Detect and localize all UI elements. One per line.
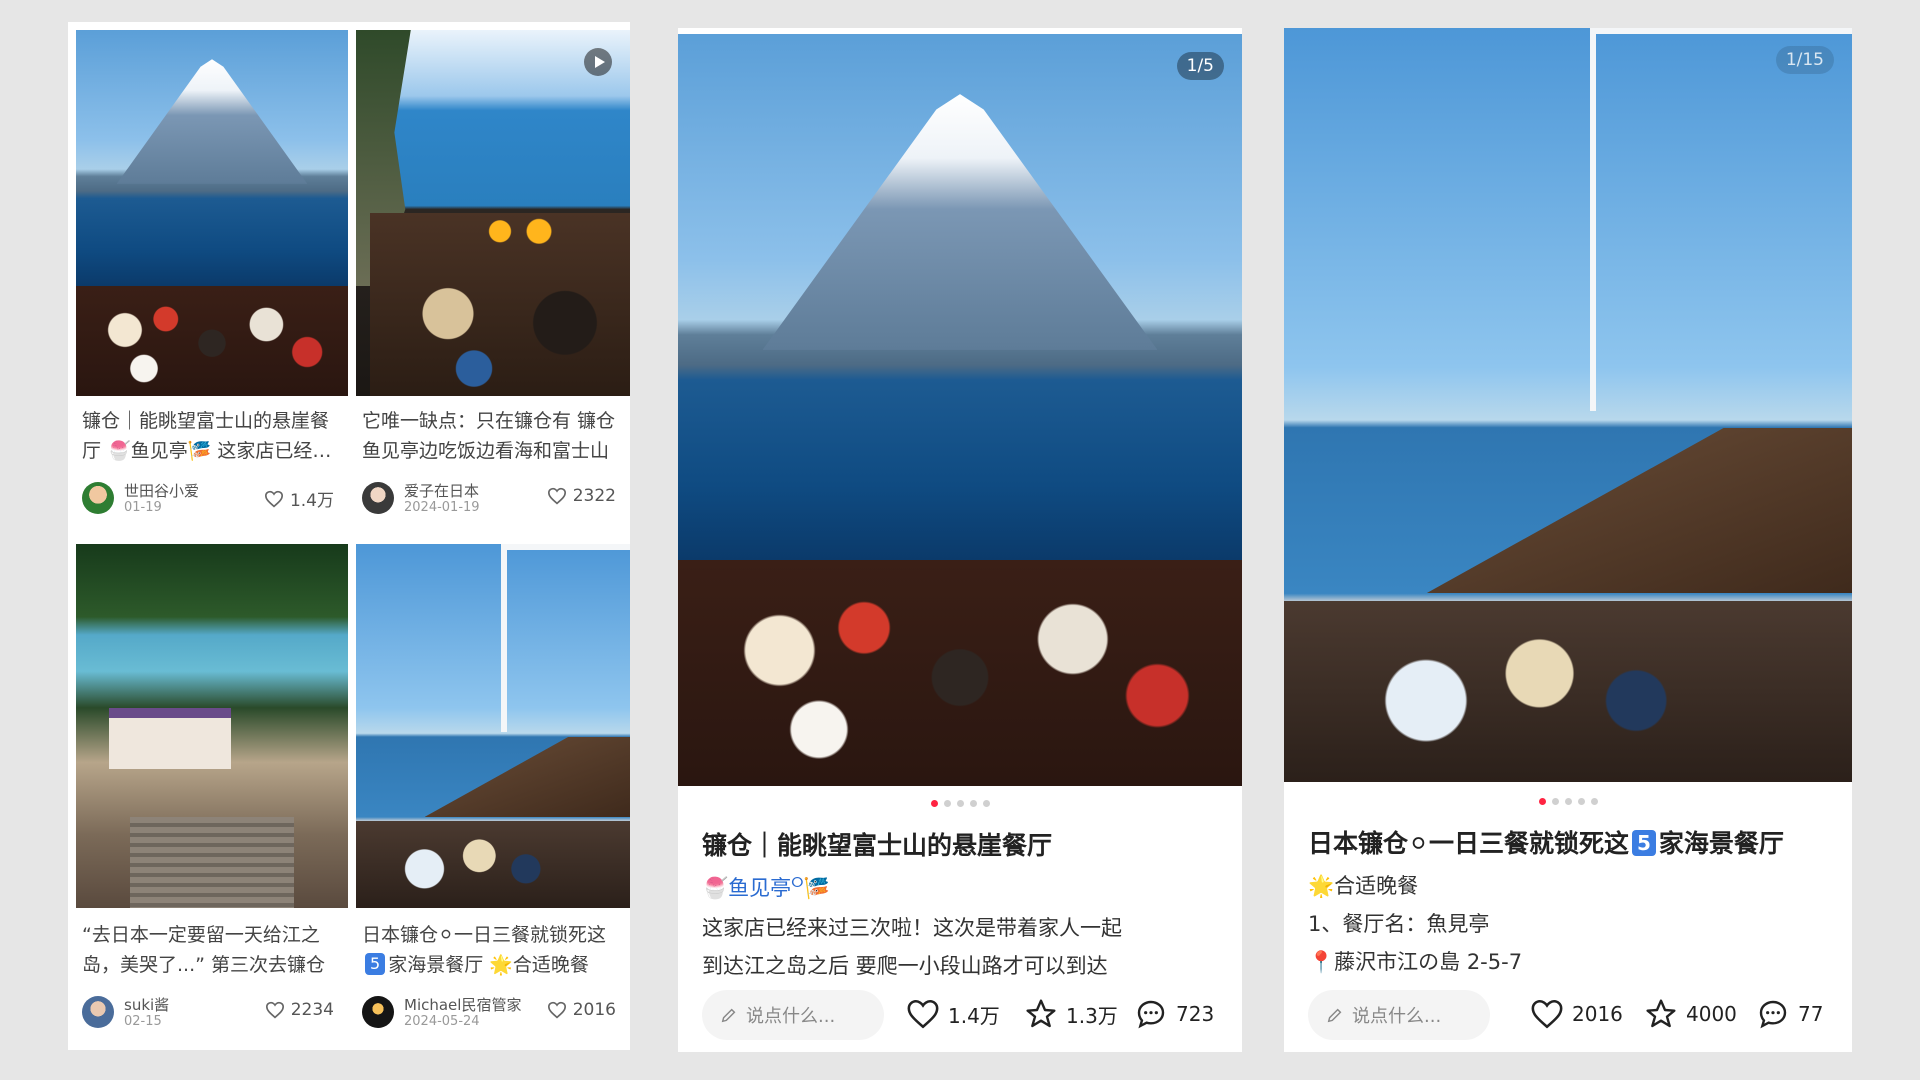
post-body-line: 这家店已经来过三次啦！这次是带着家人一起 bbox=[702, 916, 1122, 940]
like-count-text: 2016 bbox=[572, 1000, 616, 1020]
comment-icon bbox=[1759, 1000, 1787, 1029]
carousel-dot[interactable] bbox=[956, 800, 964, 807]
like-count-text: 2234 bbox=[290, 1000, 334, 1020]
post-body-line: 📍藤沢市江の島 2-5-7 bbox=[1308, 950, 1523, 974]
comment-input[interactable]: 说点什么... bbox=[702, 990, 884, 1040]
collect-count-text: 4000 bbox=[1686, 1002, 1737, 1026]
comment-placeholder: 说点什么... bbox=[1352, 1006, 1442, 1027]
carousel-dot[interactable] bbox=[1564, 798, 1572, 805]
author-name[interactable]: 爱子在日本 bbox=[404, 480, 479, 501]
author-name[interactable]: Michael民宿管家 bbox=[404, 994, 521, 1015]
card-author-row: 爱子在日本 2024-01-19 2322 bbox=[362, 482, 616, 518]
image-counter: 1/5 bbox=[1176, 52, 1224, 80]
post-date: 2024-01-19 bbox=[404, 500, 480, 515]
like-button[interactable]: 1.4万 bbox=[906, 998, 1000, 1030]
comment-count-text: 723 bbox=[1176, 1002, 1215, 1026]
like-count-text: 1.4万 bbox=[948, 1003, 1000, 1028]
comment-button[interactable]: 77 bbox=[1756, 998, 1823, 1030]
feed-card-1[interactable]: 镰仓｜能眺望富士山的悬崖餐厅 🍧鱼见亭🎏 这家店已经来过三次啦！ 世田谷小爱 0… bbox=[68, 22, 348, 534]
card-title[interactable]: 它唯一缺点：只在镰仓有 镰仓鱼见亭边吃饭边看海和富士山 bbox=[362, 406, 620, 466]
heart-icon bbox=[265, 1001, 284, 1019]
carousel-dots[interactable] bbox=[678, 800, 1242, 807]
like-count[interactable]: 2016 bbox=[547, 1000, 616, 1020]
post-body-line: 🌟合适晚餐 bbox=[1308, 874, 1419, 898]
comment-placeholder: 说点什么... bbox=[746, 1006, 836, 1027]
author-name[interactable]: 世田谷小爱 bbox=[124, 480, 199, 501]
heart-icon bbox=[907, 999, 939, 1029]
card-cover-image[interactable] bbox=[356, 30, 630, 396]
carousel-dot[interactable] bbox=[1577, 798, 1585, 805]
feed-card-4[interactable]: 日本镰仓⚪一日三餐就锁死这5 家海景餐厅 🌟合适晚餐 Michael民宿管家 20… bbox=[348, 534, 630, 1050]
comment-button[interactable]: 723 bbox=[1134, 998, 1214, 1030]
post-date: 02-15 bbox=[124, 1014, 162, 1029]
like-count[interactable]: 2234 bbox=[265, 1000, 334, 1020]
post-date: 2024-05-24 bbox=[404, 1014, 480, 1029]
star-icon bbox=[1646, 999, 1676, 1028]
engagement-bar: 说点什么... 2016 4000 77 bbox=[1284, 976, 1852, 1052]
like-count[interactable]: 1.4万 bbox=[264, 486, 334, 511]
carousel-dots[interactable] bbox=[1284, 798, 1852, 805]
video-play-icon bbox=[584, 48, 612, 76]
card-cover-image[interactable] bbox=[356, 544, 630, 908]
feed-card-3[interactable]: “去日本一定要留一天给江之岛，美哭了...” 第三次去镰仓 suki酱 02-1… bbox=[68, 534, 348, 1050]
heart-icon bbox=[547, 1001, 566, 1019]
comment-count-text: 77 bbox=[1798, 1002, 1824, 1026]
image-counter: 1/15 bbox=[1775, 46, 1834, 74]
post-detail-2: 1/15 日本镰仓⚪一日三餐就锁死这 5 家海景餐厅 🌟合适晚餐 1、餐厅名：魚見亭… bbox=[1284, 28, 1852, 1052]
heart-icon bbox=[547, 487, 566, 505]
avatar[interactable] bbox=[362, 996, 394, 1028]
like-count-text: 2016 bbox=[1572, 1002, 1623, 1026]
like-button[interactable]: 2016 bbox=[1530, 998, 1623, 1030]
post-detail-1: 1/5 镰仓｜能眺望富士山的悬崖餐厅 🍧鱼见亭ⵔ🎏 这家店已经来过三次啦！这次是… bbox=[678, 28, 1242, 1052]
star-icon bbox=[1026, 999, 1056, 1028]
card-author-row: Michael民宿管家 2024-05-24 2016 bbox=[362, 996, 616, 1032]
number-tag: 5 bbox=[1631, 830, 1656, 856]
collect-button[interactable]: 4000 bbox=[1644, 998, 1737, 1030]
number-tag: 5 bbox=[365, 953, 386, 975]
feed-card-2[interactable]: 它唯一缺点：只在镰仓有 镰仓鱼见亭边吃饭边看海和富士山 爱子在日本 2024-0… bbox=[348, 22, 630, 534]
collect-button[interactable]: 1.3万 bbox=[1024, 998, 1118, 1030]
like-count-text: 2322 bbox=[572, 486, 616, 506]
post-title: 日本镰仓⚪一日三餐就锁死这 5 家海景餐厅 bbox=[1308, 829, 1784, 858]
post-location-line: 🍧鱼见亭ⵔ🎏 bbox=[702, 875, 830, 900]
carousel-dot[interactable] bbox=[982, 800, 990, 807]
pencil-icon bbox=[1327, 1008, 1342, 1023]
post-date: 01-19 bbox=[124, 500, 162, 515]
carousel-dot[interactable] bbox=[943, 800, 951, 807]
heart-icon bbox=[264, 490, 283, 507]
pencil-icon bbox=[721, 1008, 736, 1023]
card-author-row: suki酱 02-15 2234 bbox=[82, 996, 334, 1032]
carousel-dot[interactable] bbox=[1538, 798, 1546, 805]
collect-count-text: 1.3万 bbox=[1066, 1003, 1118, 1028]
card-cover-image[interactable] bbox=[76, 544, 348, 908]
engagement-bar: 说点什么... 1.4万 1.3万 723 bbox=[678, 976, 1242, 1052]
like-count-text: 1.4万 bbox=[289, 491, 334, 511]
place-link[interactable]: 鱼见亭 bbox=[728, 876, 791, 900]
carousel-dot[interactable] bbox=[1590, 798, 1598, 805]
carousel-dot[interactable] bbox=[969, 800, 977, 807]
like-count[interactable]: 2322 bbox=[547, 486, 616, 506]
author-name[interactable]: suki酱 bbox=[124, 994, 169, 1015]
card-cover-image[interactable] bbox=[76, 30, 348, 396]
post-image-carousel[interactable]: 1/15 bbox=[1284, 28, 1852, 782]
post-body-line: 1、餐厅名：魚見亭 bbox=[1308, 912, 1490, 936]
post-image-carousel[interactable]: 1/5 bbox=[678, 34, 1242, 786]
comment-icon bbox=[1137, 1000, 1165, 1029]
post-title: 镰仓｜能眺望富士山的悬崖餐厅 bbox=[702, 831, 1053, 860]
card-title[interactable]: 日本镰仓⚪一日三餐就锁死这5 家海景餐厅 🌟合适晚餐 bbox=[362, 920, 620, 980]
avatar[interactable] bbox=[362, 482, 394, 514]
avatar[interactable] bbox=[82, 996, 114, 1028]
carousel-dot[interactable] bbox=[930, 800, 938, 807]
card-title[interactable]: “去日本一定要留一天给江之岛，美哭了...” 第三次去镰仓 bbox=[82, 920, 338, 980]
heart-icon bbox=[1531, 999, 1563, 1029]
comment-input[interactable]: 说点什么... bbox=[1308, 990, 1490, 1040]
avatar[interactable] bbox=[82, 482, 114, 514]
card-author-row: 世田谷小爱 01-19 1.4万 bbox=[82, 482, 334, 518]
card-title[interactable]: 镰仓｜能眺望富士山的悬崖餐厅 🍧鱼见亭🎏 这家店已经来过三次啦！ bbox=[82, 406, 338, 466]
location-pin-icon: ⵔ bbox=[791, 875, 804, 891]
carousel-dot[interactable] bbox=[1551, 798, 1559, 805]
